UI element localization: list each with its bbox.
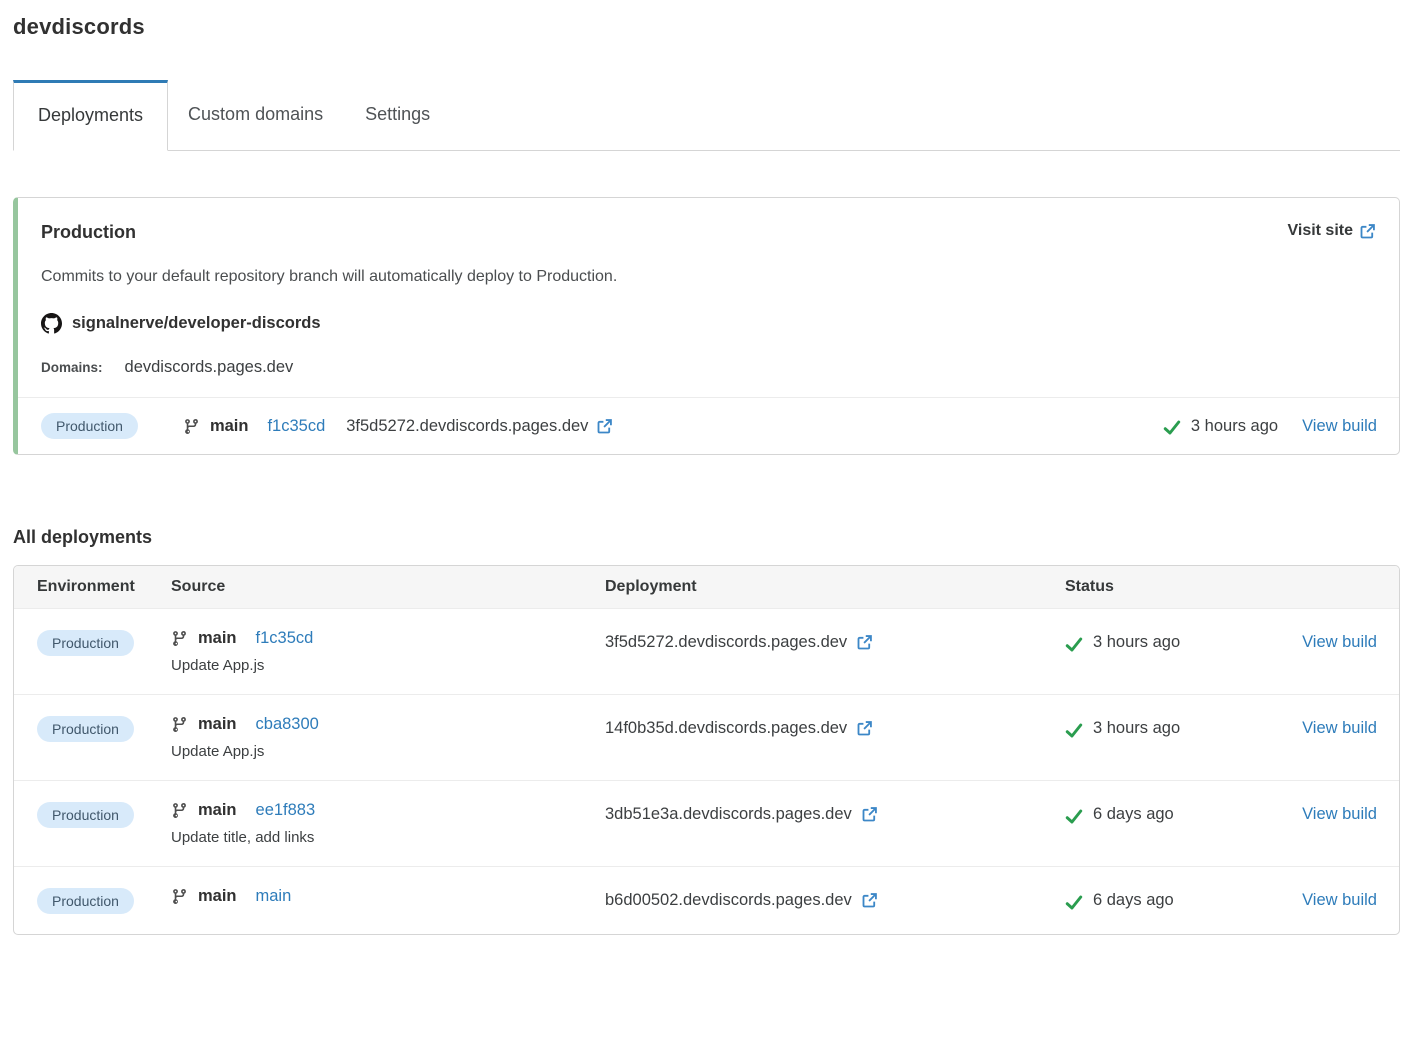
external-link-icon[interactable] [857, 721, 872, 736]
commit-link[interactable]: f1c35cd [256, 629, 314, 648]
external-link-icon [1360, 224, 1375, 239]
status-time: 6 days ago [1093, 891, 1174, 910]
production-card: Production Visit site Commits to your de… [13, 197, 1400, 455]
visit-site-label: Visit site [1287, 222, 1353, 240]
deployment-url: 3f5d5272.devdiscords.pages.dev [605, 633, 847, 652]
check-icon [1065, 636, 1083, 650]
deployment-url: 3db51e3a.devdiscords.pages.dev [605, 805, 852, 824]
production-description: Commits to your default repository branc… [41, 268, 1375, 286]
environment-badge: Production [41, 413, 138, 439]
external-link-icon[interactable] [862, 893, 877, 908]
status-time: 3 hours ago [1093, 633, 1180, 652]
tab-custom-domains[interactable]: Custom domains [188, 80, 323, 150]
table-row: Production main main b6d00502.devdiscord… [14, 866, 1399, 934]
check-icon [1065, 894, 1083, 908]
branch-name: main [198, 629, 237, 648]
external-link-icon[interactable] [597, 419, 612, 434]
commit-message: Update title, add links [171, 829, 605, 846]
all-deployments-title: All deployments [13, 527, 1400, 548]
domains-value: devdiscords.pages.dev [125, 358, 294, 377]
tab-deployments[interactable]: Deployments [13, 80, 168, 151]
status-time: 6 days ago [1093, 805, 1174, 824]
domains-label: Domains: [41, 360, 103, 375]
commit-message: Update App.js [171, 743, 605, 760]
commit-link[interactable]: f1c35cd [267, 417, 325, 436]
environment-badge: Production [37, 888, 134, 914]
branch-name: main [210, 417, 249, 436]
external-link-icon[interactable] [862, 807, 877, 822]
deployment-url: 14f0b35d.devdiscords.pages.dev [605, 719, 847, 738]
production-deployment-row: Production main f1c35cd 3f5d5272.devdisc… [18, 397, 1399, 454]
page-title: devdiscords [13, 14, 1400, 40]
table-row: Production main f1c35cd Update App.js 3f… [14, 608, 1399, 694]
git-branch-icon [171, 888, 188, 905]
tab-bar: Deployments Custom domains Settings [13, 80, 1400, 151]
table-row: Production main ee1f883 Update title, ad… [14, 780, 1399, 866]
view-build-link[interactable]: View build [1302, 633, 1377, 651]
git-branch-icon [171, 716, 188, 733]
column-status: Status [1065, 578, 1283, 596]
git-branch-icon [171, 802, 188, 819]
deployment-url: 3f5d5272.devdiscords.pages.dev [346, 417, 588, 436]
github-icon [41, 313, 62, 334]
view-build-link[interactable]: View build [1302, 805, 1377, 823]
view-build-link[interactable]: View build [1302, 891, 1377, 909]
column-deployment: Deployment [605, 578, 1065, 596]
table-row: Production main cba8300 Update App.js 14… [14, 694, 1399, 780]
column-source: Source [171, 578, 605, 596]
environment-badge: Production [37, 716, 134, 742]
view-build-link[interactable]: View build [1302, 719, 1377, 737]
check-icon [1163, 419, 1181, 433]
branch-name: main [198, 715, 237, 734]
tab-settings[interactable]: Settings [365, 80, 430, 150]
branch-name: main [198, 801, 237, 820]
commit-link[interactable]: main [256, 887, 292, 906]
table-header: Environment Source Deployment Status [14, 566, 1399, 608]
environment-badge: Production [37, 630, 134, 656]
check-icon [1065, 808, 1083, 822]
git-branch-icon [183, 418, 200, 435]
commit-message: Update App.js [171, 657, 605, 674]
production-card-title: Production [41, 222, 136, 243]
column-environment: Environment [37, 578, 171, 596]
visit-site-link[interactable]: Visit site [1287, 222, 1375, 240]
commit-link[interactable]: ee1f883 [256, 801, 316, 820]
environment-badge: Production [37, 802, 134, 828]
status-time: 3 hours ago [1093, 719, 1180, 738]
check-icon [1065, 722, 1083, 736]
branch-name: main [198, 887, 237, 906]
deployments-table: Environment Source Deployment Status Pro… [13, 565, 1400, 935]
repo-name: signalnerve/developer-discords [72, 314, 321, 333]
commit-link[interactable]: cba8300 [256, 715, 319, 734]
status-time: 3 hours ago [1191, 417, 1278, 436]
external-link-icon[interactable] [857, 635, 872, 650]
git-branch-icon [171, 630, 188, 647]
deployment-url: b6d00502.devdiscords.pages.dev [605, 891, 852, 910]
view-build-link[interactable]: View build [1302, 417, 1377, 436]
